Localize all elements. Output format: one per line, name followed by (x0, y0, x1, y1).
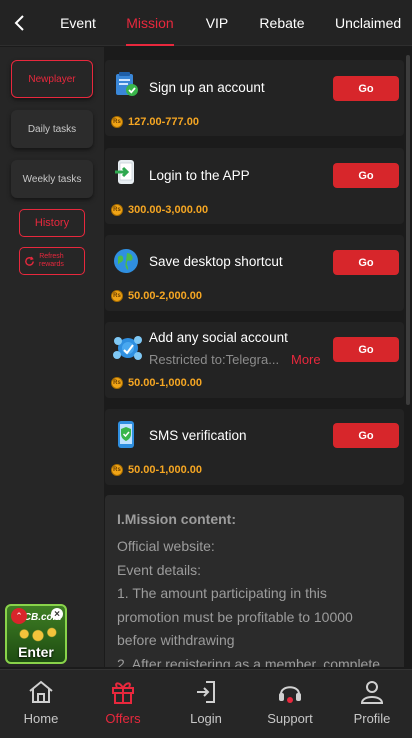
refresh-rewards-button[interactable]: Refresh rewards (19, 247, 85, 275)
tab-vip[interactable]: VIP (203, 0, 231, 46)
tab-unclaimed[interactable]: Unclaimed (335, 0, 401, 46)
rupee-coin-icon: Rs (111, 290, 123, 302)
phone-login-icon (113, 159, 139, 185)
bottom-navigation: Home Offers Login Support Profile (0, 669, 412, 738)
nav-login[interactable]: Login (165, 670, 247, 738)
back-button[interactable] (8, 11, 30, 35)
go-button[interactable]: Go (333, 163, 399, 188)
more-link[interactable]: More (291, 352, 321, 367)
go-button[interactable]: Go (333, 76, 399, 101)
reward-range: Rs 127.00-777.00 (111, 116, 199, 128)
mission-content-line: 1. The amount participating in this (117, 585, 327, 601)
clipboard-check-icon (113, 71, 139, 97)
nav-label: Profile (353, 711, 391, 726)
task-card: Add any social account Restricted to:Tel… (105, 322, 404, 398)
task-card: Save desktop shortcut Go Rs 50.00-2,000.… (105, 235, 404, 311)
floating-enter-button[interactable]: ICB.com ⌃ × Enter (5, 604, 67, 664)
top-tab-bar: Event Mission VIP Rebate Unclaimed (0, 0, 412, 46)
refresh-label-line1: Refresh (39, 253, 64, 260)
reward-value: 50.00-1,000.00 (128, 377, 203, 389)
reward-range: Rs 50.00-2,000.00 (111, 290, 202, 302)
task-title: Sign up an account (149, 80, 265, 95)
rupee-coin-icon: Rs (111, 116, 123, 128)
reward-value: 50.00-2,000.00 (128, 290, 203, 302)
chevron-left-icon (14, 15, 24, 31)
home-icon (29, 680, 53, 703)
mission-content-line: 2. After registering as a member, comple… (117, 655, 381, 668)
go-button[interactable]: Go (333, 423, 399, 448)
mission-content-line: Official website: (117, 538, 215, 554)
task-category-sidebar: Newplayer Daily tasks Weekly tasks Histo… (0, 47, 104, 667)
headset-icon (279, 686, 301, 703)
mission-content-line: before withdrawing (117, 632, 235, 648)
social-network-icon (113, 333, 142, 360)
tab-event[interactable]: Event (58, 0, 98, 46)
task-title: SMS verification (149, 428, 247, 443)
close-icon[interactable]: × (51, 608, 63, 620)
task-card: Login to the APP Go Rs 300.00-3,000.00 (105, 148, 404, 224)
rupee-coin-icon: Rs (111, 464, 123, 476)
refresh-label-line2: rewards (39, 261, 64, 268)
task-card: Sign up an account Go Rs 127.00-777.00 (105, 60, 404, 136)
task-title: Login to the APP (149, 168, 250, 183)
reward-range: Rs 50.00-1,000.00 (111, 377, 202, 389)
coins-decoration (15, 626, 61, 642)
enter-label: Enter (18, 644, 54, 660)
nav-offers[interactable]: Offers (82, 670, 164, 738)
phone-shield-icon (113, 420, 139, 448)
reward-value: 300.00-3,000.00 (128, 204, 209, 216)
gift-icon (112, 682, 134, 704)
go-button[interactable]: Go (333, 250, 399, 275)
mission-content-heading: I.Mission content: (117, 511, 236, 527)
go-button[interactable]: Go (333, 337, 399, 362)
reward-range: Rs 50.00-1,000.00 (111, 464, 202, 476)
nav-home[interactable]: Home (0, 670, 82, 738)
rupee-coin-icon: Rs (111, 377, 123, 389)
sidebar-item-daily-tasks[interactable]: Daily tasks (11, 110, 93, 148)
mission-list: Sign up an account Go Rs 127.00-777.00 L… (104, 47, 406, 667)
history-button[interactable]: History (19, 209, 85, 237)
reward-value: 127.00-777.00 (128, 116, 199, 128)
nav-support[interactable]: Support (249, 670, 331, 738)
scrollbar[interactable] (406, 55, 410, 405)
task-title: Save desktop shortcut (149, 254, 283, 269)
mission-content-line: Event details: (117, 561, 202, 578)
mission-content-panel: I.Mission content: Official website: Eve… (105, 495, 404, 667)
nav-label: Support (267, 711, 313, 726)
double-chevron-up-icon[interactable]: ⌃ (11, 608, 27, 624)
tab-rebate[interactable]: Rebate (259, 0, 305, 46)
nav-profile[interactable]: Profile (331, 670, 412, 738)
sidebar-item-weekly-tasks[interactable]: Weekly tasks (11, 160, 93, 198)
reward-range: Rs 300.00-3,000.00 (111, 204, 208, 216)
tab-mission[interactable]: Mission (126, 0, 174, 46)
task-card: SMS verification Go Rs 50.00-1,000.00 (105, 409, 404, 485)
nav-label: Home (23, 711, 59, 726)
login-icon (197, 681, 215, 703)
task-title: Add any social account (149, 330, 288, 345)
nav-label: Login (190, 711, 222, 726)
user-icon (360, 681, 384, 704)
sidebar-item-newplayer[interactable]: Newplayer (11, 60, 93, 98)
globe-icon (113, 248, 139, 274)
rupee-coin-icon: Rs (111, 204, 123, 216)
nav-label: Offers (105, 711, 141, 726)
refresh-icon (25, 256, 34, 266)
task-restriction: Restricted to:Telegra... (149, 352, 280, 367)
reward-value: 50.00-1,000.00 (128, 464, 203, 476)
mission-content-line: promotion must be profitable to 10000 (117, 608, 353, 625)
